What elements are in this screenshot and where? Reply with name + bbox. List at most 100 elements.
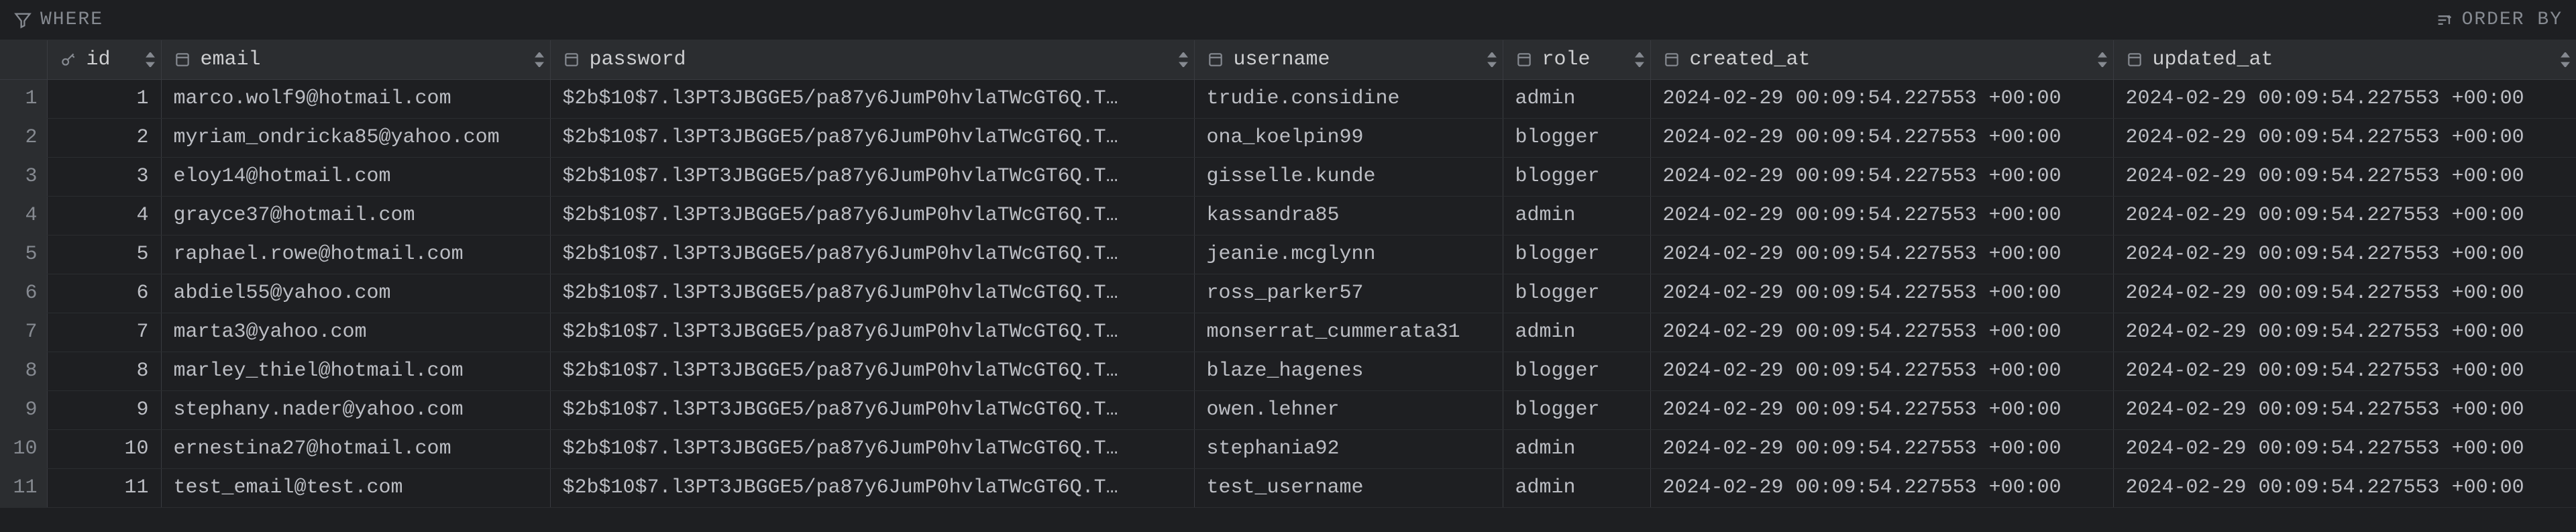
- cell-updated-at[interactable]: 2024-02-29 00:09:54.227553 +00:00: [2113, 157, 2576, 196]
- sort-handle-icon[interactable]: [1178, 52, 1189, 67]
- row-number-cell[interactable]: 2: [0, 118, 47, 157]
- cell-updated-at[interactable]: 2024-02-29 00:09:54.227553 +00:00: [2113, 313, 2576, 352]
- cell-created-at[interactable]: 2024-02-29 00:09:54.227553 +00:00: [1650, 196, 2113, 235]
- row-number-cell[interactable]: 8: [0, 352, 47, 390]
- column-header-password[interactable]: password: [550, 40, 1194, 79]
- cell-created-at[interactable]: 2024-02-29 00:09:54.227553 +00:00: [1650, 313, 2113, 352]
- cell-email[interactable]: eloy14@hotmail.com: [161, 157, 550, 196]
- cell-password[interactable]: $2b$10$7.l3PT3JBGGE5/pa87y6JumP0hvlaTWcG…: [550, 118, 1194, 157]
- row-number-cell[interactable]: 3: [0, 157, 47, 196]
- table-scroll-area[interactable]: id email: [0, 40, 2576, 532]
- cell-password[interactable]: $2b$10$7.l3PT3JBGGE5/pa87y6JumP0hvlaTWcG…: [550, 274, 1194, 313]
- cell-created-at[interactable]: 2024-02-29 00:09:54.227553 +00:00: [1650, 118, 2113, 157]
- cell-password[interactable]: $2b$10$7.l3PT3JBGGE5/pa87y6JumP0hvlaTWcG…: [550, 390, 1194, 429]
- order-by-area[interactable]: ORDER BY: [2435, 9, 2563, 30]
- cell-username[interactable]: trudie.considine: [1194, 79, 1503, 118]
- cell-id[interactable]: 5: [47, 235, 161, 274]
- where-clause-area[interactable]: WHERE: [13, 9, 2427, 30]
- row-number-cell[interactable]: 6: [0, 274, 47, 313]
- cell-updated-at[interactable]: 2024-02-29 00:09:54.227553 +00:00: [2113, 352, 2576, 390]
- cell-created-at[interactable]: 2024-02-29 00:09:54.227553 +00:00: [1650, 157, 2113, 196]
- table-row[interactable]: 1111test_email@test.com$2b$10$7.l3PT3JBG…: [0, 468, 2576, 507]
- cell-username[interactable]: test_username: [1194, 468, 1503, 507]
- cell-username[interactable]: monserrat_cummerata31: [1194, 313, 1503, 352]
- row-number-cell[interactable]: 5: [0, 235, 47, 274]
- table-row[interactable]: 88marley_thiel@hotmail.com$2b$10$7.l3PT3…: [0, 352, 2576, 390]
- cell-email[interactable]: raphael.rowe@hotmail.com: [161, 235, 550, 274]
- cell-id[interactable]: 10: [47, 429, 161, 468]
- cell-updated-at[interactable]: 2024-02-29 00:09:54.227553 +00:00: [2113, 196, 2576, 235]
- table-row[interactable]: 66abdiel55@yahoo.com$2b$10$7.l3PT3JBGGE5…: [0, 274, 2576, 313]
- column-header-created-at[interactable]: created_at: [1650, 40, 2113, 79]
- cell-username[interactable]: ross_parker57: [1194, 274, 1503, 313]
- cell-email[interactable]: grayce37@hotmail.com: [161, 196, 550, 235]
- sort-handle-icon[interactable]: [145, 52, 156, 67]
- cell-username[interactable]: ona_koelpin99: [1194, 118, 1503, 157]
- row-number-cell[interactable]: 9: [0, 390, 47, 429]
- column-header-updated-at[interactable]: updated_at: [2113, 40, 2576, 79]
- cell-id[interactable]: 8: [47, 352, 161, 390]
- cell-password[interactable]: $2b$10$7.l3PT3JBGGE5/pa87y6JumP0hvlaTWcG…: [550, 79, 1194, 118]
- column-header-email[interactable]: email: [161, 40, 550, 79]
- table-row[interactable]: 11marco.wolf9@hotmail.com$2b$10$7.l3PT3J…: [0, 79, 2576, 118]
- cell-id[interactable]: 7: [47, 313, 161, 352]
- cell-updated-at[interactable]: 2024-02-29 00:09:54.227553 +00:00: [2113, 118, 2576, 157]
- cell-updated-at[interactable]: 2024-02-29 00:09:54.227553 +00:00: [2113, 468, 2576, 507]
- cell-id[interactable]: 1: [47, 79, 161, 118]
- cell-email[interactable]: marco.wolf9@hotmail.com: [161, 79, 550, 118]
- cell-password[interactable]: $2b$10$7.l3PT3JBGGE5/pa87y6JumP0hvlaTWcG…: [550, 429, 1194, 468]
- cell-updated-at[interactable]: 2024-02-29 00:09:54.227553 +00:00: [2113, 429, 2576, 468]
- cell-role[interactable]: blogger: [1503, 274, 1650, 313]
- row-number-cell[interactable]: 4: [0, 196, 47, 235]
- cell-created-at[interactable]: 2024-02-29 00:09:54.227553 +00:00: [1650, 235, 2113, 274]
- cell-created-at[interactable]: 2024-02-29 00:09:54.227553 +00:00: [1650, 429, 2113, 468]
- cell-role[interactable]: blogger: [1503, 157, 1650, 196]
- column-header-id[interactable]: id: [47, 40, 161, 79]
- cell-id[interactable]: 3: [47, 157, 161, 196]
- cell-email[interactable]: myriam_ondricka85@yahoo.com: [161, 118, 550, 157]
- cell-role[interactable]: blogger: [1503, 352, 1650, 390]
- cell-updated-at[interactable]: 2024-02-29 00:09:54.227553 +00:00: [2113, 274, 2576, 313]
- cell-created-at[interactable]: 2024-02-29 00:09:54.227553 +00:00: [1650, 274, 2113, 313]
- cell-password[interactable]: $2b$10$7.l3PT3JBGGE5/pa87y6JumP0hvlaTWcG…: [550, 157, 1194, 196]
- sort-handle-icon[interactable]: [534, 52, 545, 67]
- cell-username[interactable]: owen.lehner: [1194, 390, 1503, 429]
- table-row[interactable]: 44grayce37@hotmail.com$2b$10$7.l3PT3JBGG…: [0, 196, 2576, 235]
- row-number-cell[interactable]: 10: [0, 429, 47, 468]
- cell-created-at[interactable]: 2024-02-29 00:09:54.227553 +00:00: [1650, 79, 2113, 118]
- cell-password[interactable]: $2b$10$7.l3PT3JBGGE5/pa87y6JumP0hvlaTWcG…: [550, 235, 1194, 274]
- cell-created-at[interactable]: 2024-02-29 00:09:54.227553 +00:00: [1650, 468, 2113, 507]
- cell-username[interactable]: kassandra85: [1194, 196, 1503, 235]
- cell-created-at[interactable]: 2024-02-29 00:09:54.227553 +00:00: [1650, 390, 2113, 429]
- sort-handle-icon[interactable]: [1634, 52, 1645, 67]
- cell-password[interactable]: $2b$10$7.l3PT3JBGGE5/pa87y6JumP0hvlaTWcG…: [550, 313, 1194, 352]
- cell-id[interactable]: 9: [47, 390, 161, 429]
- sort-handle-icon[interactable]: [1487, 52, 1497, 67]
- cell-role[interactable]: blogger: [1503, 118, 1650, 157]
- cell-updated-at[interactable]: 2024-02-29 00:09:54.227553 +00:00: [2113, 390, 2576, 429]
- table-row[interactable]: 55raphael.rowe@hotmail.com$2b$10$7.l3PT3…: [0, 235, 2576, 274]
- row-number-cell[interactable]: 1: [0, 79, 47, 118]
- row-number-cell[interactable]: 7: [0, 313, 47, 352]
- cell-email[interactable]: marta3@yahoo.com: [161, 313, 550, 352]
- cell-password[interactable]: $2b$10$7.l3PT3JBGGE5/pa87y6JumP0hvlaTWcG…: [550, 196, 1194, 235]
- cell-username[interactable]: blaze_hagenes: [1194, 352, 1503, 390]
- cell-password[interactable]: $2b$10$7.l3PT3JBGGE5/pa87y6JumP0hvlaTWcG…: [550, 468, 1194, 507]
- cell-updated-at[interactable]: 2024-02-29 00:09:54.227553 +00:00: [2113, 79, 2576, 118]
- cell-username[interactable]: jeanie.mcglynn: [1194, 235, 1503, 274]
- cell-role[interactable]: admin: [1503, 79, 1650, 118]
- table-row[interactable]: 22myriam_ondricka85@yahoo.com$2b$10$7.l3…: [0, 118, 2576, 157]
- cell-id[interactable]: 2: [47, 118, 161, 157]
- cell-role[interactable]: admin: [1503, 313, 1650, 352]
- column-header-role[interactable]: role: [1503, 40, 1650, 79]
- row-number-header[interactable]: [0, 40, 47, 79]
- cell-email[interactable]: stephany.nader@yahoo.com: [161, 390, 550, 429]
- cell-email[interactable]: test_email@test.com: [161, 468, 550, 507]
- cell-password[interactable]: $2b$10$7.l3PT3JBGGE5/pa87y6JumP0hvlaTWcG…: [550, 352, 1194, 390]
- table-row[interactable]: 77marta3@yahoo.com$2b$10$7.l3PT3JBGGE5/p…: [0, 313, 2576, 352]
- cell-email[interactable]: ernestina27@hotmail.com: [161, 429, 550, 468]
- cell-role[interactable]: blogger: [1503, 390, 1650, 429]
- cell-updated-at[interactable]: 2024-02-29 00:09:54.227553 +00:00: [2113, 235, 2576, 274]
- cell-created-at[interactable]: 2024-02-29 00:09:54.227553 +00:00: [1650, 352, 2113, 390]
- cell-role[interactable]: blogger: [1503, 235, 1650, 274]
